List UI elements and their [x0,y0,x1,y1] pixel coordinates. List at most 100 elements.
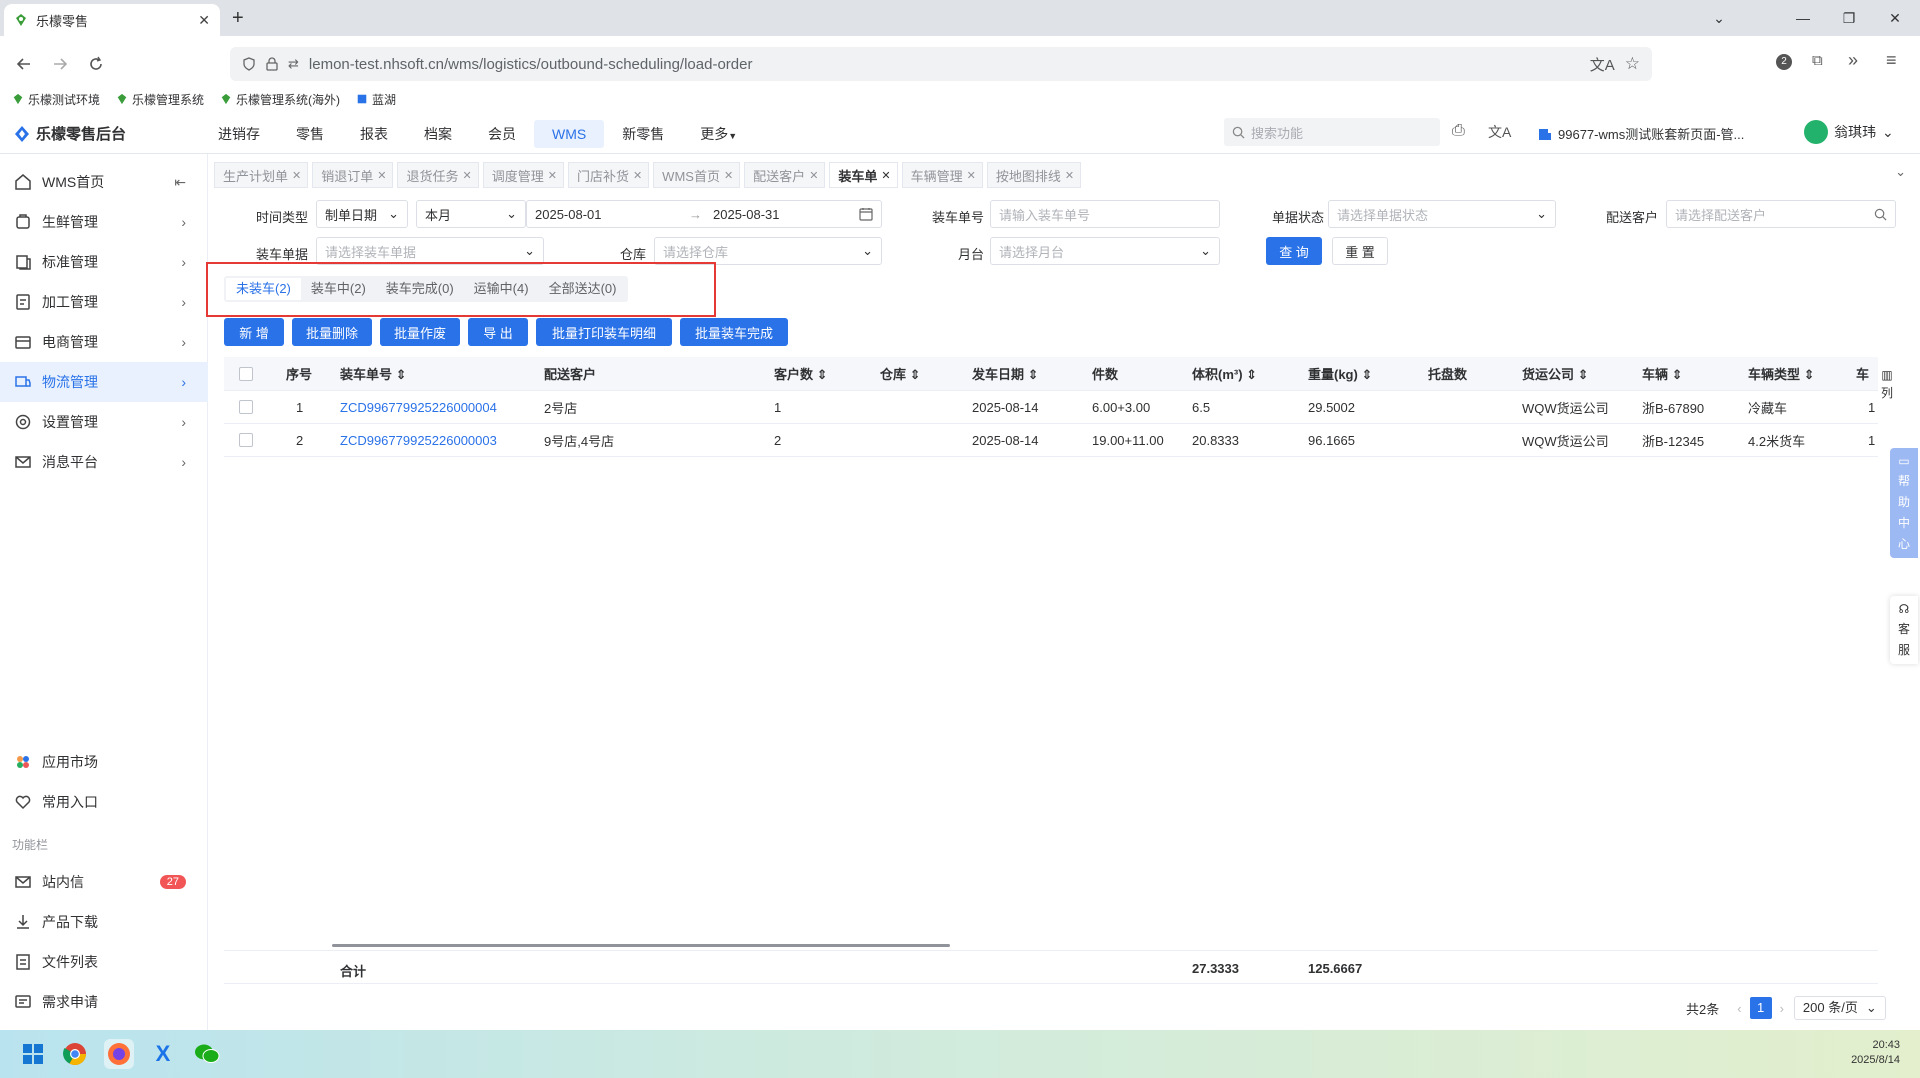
sidebar-item-messages[interactable]: 消息平台 › [0,442,208,482]
platform-select[interactable]: 请选择月台 ⌄ [990,237,1220,265]
sidebar-item-fresh[interactable]: 生鲜管理 › [0,202,208,242]
extensions-icon[interactable]: ⧉ [1812,52,1823,69]
prev-page-icon[interactable]: ‹ [1737,1001,1741,1016]
back-icon[interactable] [10,52,38,76]
sidebar-item-inbox[interactable]: 站内信 27 [0,862,208,902]
x-app-icon[interactable]: X [148,1039,178,1069]
tabs-dropdown-icon[interactable]: ⌄ [1895,164,1906,180]
top-nav-item[interactable]: 新零售 [604,120,682,148]
help-center-button[interactable]: ▭ 帮 助 中 心 [1890,448,1918,558]
more-tools-icon[interactable]: » [1848,50,1858,71]
account-switch[interactable]: 99677-wms测试账套新页面-管... [1538,124,1744,143]
restore-icon[interactable]: ❐ [1826,0,1872,36]
function-search-input[interactable]: 搜索功能 [1224,118,1440,146]
time-type-select[interactable]: 制单日期 ⌄ [316,200,408,228]
load-doc-select[interactable]: 请选择装车单据 ⌄ [316,237,544,265]
sidebar-item-settings[interactable]: 设置管理 › [0,402,208,442]
chrome-icon[interactable] [60,1039,90,1069]
windows-start-icon[interactable] [18,1039,48,1069]
sidebar-item-app-market[interactable]: 应用市场 [0,742,208,782]
page-tab[interactable]: 车辆管理 ✕ [901,162,983,188]
bookmark-item[interactable]: 乐檬测试环境 [12,91,100,108]
page-tab[interactable]: 退货任务 ✕ [397,162,479,188]
query-button[interactable]: 查 询 [1266,237,1322,265]
page-tab[interactable]: 调度管理 ✕ [482,162,564,188]
table-row[interactable]: 1 ZCD996779925226000004 2号店 1 2025-08-14… [224,391,1878,424]
app-logo[interactable]: 乐檬零售后台 [14,123,126,144]
column-setting-button[interactable]: ▥ 列 [1878,368,1896,401]
status-select[interactable]: 请选择单据状态 ⌄ [1328,200,1556,228]
sidebar-item-wms-home[interactable]: WMS首页 ⇤ [0,162,208,202]
user-menu[interactable]: 翁琪玮 ⌄ [1804,120,1894,144]
col-load-no[interactable]: 装车单号 ⇕ [340,364,407,383]
top-nav-item[interactable]: 会员 [470,120,534,148]
firefox-icon[interactable] [104,1039,134,1069]
browser-tab[interactable]: 乐檬零售 ✕ [4,4,220,36]
batch-void-button[interactable]: 批量作废 [380,318,460,346]
page-tab[interactable]: WMS首页 ✕ [653,162,741,188]
customer-input[interactable]: 请选择配送客户 [1666,200,1896,228]
col-weight[interactable]: 重量(kg) ⇕ [1308,364,1372,383]
forward-icon[interactable] [46,52,74,76]
date-range-picker[interactable]: 2025-08-01 → 2025-08-31 [526,200,882,228]
bookmark-star-icon[interactable]: ☆ [1625,54,1640,74]
status-tab-delivered[interactable]: 全部送达(0) [539,278,627,300]
language-icon[interactable]: 文A [1488,122,1511,142]
page-number-current[interactable]: 1 [1749,997,1772,1019]
status-tab-loading[interactable]: 装车中(2) [301,278,376,300]
page-size-select[interactable]: 200 条/页 ⌄ [1793,996,1886,1020]
col-customer-count[interactable]: 客户数 ⇕ [774,364,828,383]
load-no-link[interactable]: ZCD996779925226000003 [340,433,497,448]
load-no-input[interactable]: 请输入装车单号 [990,200,1220,228]
wechat-icon[interactable] [192,1039,222,1069]
minimize-icon[interactable]: — [1780,0,1826,36]
menu-icon[interactable]: ≡ [1886,50,1897,71]
page-tab-load-order[interactable]: 装车单 ✕ [829,162,898,188]
page-tab[interactable]: 生产计划单 ✕ [214,162,309,188]
top-nav-more[interactable]: 更多▼ [682,120,755,148]
top-nav-item[interactable]: 进销存 [200,120,278,148]
printer-icon[interactable]: ⎙ [1452,122,1465,140]
status-tab-not-loaded[interactable]: 未装车(2) [226,278,301,300]
clock[interactable]: 20:43 2025/8/14 [1851,1038,1900,1068]
reset-button[interactable]: 重 置 [1332,237,1388,265]
reload-icon[interactable] [82,52,110,76]
add-button[interactable]: 新 增 [224,318,284,346]
col-volume[interactable]: 体积(m³) ⇕ [1192,364,1257,383]
translate-icon[interactable]: 文A [1590,54,1615,75]
row-checkbox[interactable] [239,433,253,447]
batch-complete-button[interactable]: 批量装车完成 [680,318,788,346]
top-nav-item[interactable]: 档案 [406,120,470,148]
select-all-checkbox[interactable] [239,366,253,381]
horizontal-scrollbar[interactable] [332,944,950,947]
close-window-icon[interactable]: ✕ [1872,0,1918,36]
bookmark-item[interactable]: 乐檬管理系统 [116,91,204,108]
sidebar-item-requests[interactable]: 需求申请 [0,982,208,1022]
page-tab[interactable]: 门店补货 ✕ [567,162,650,188]
bookmark-item[interactable]: 乐檬管理系统(海外) [220,91,340,108]
batch-delete-button[interactable]: 批量删除 [292,318,372,346]
status-tab-loaded[interactable]: 装车完成(0) [376,278,464,300]
account-badge-icon[interactable]: 2 [1776,54,1792,70]
next-page-icon[interactable]: › [1780,1001,1784,1016]
col-vehicle[interactable]: 车辆 ⇕ [1642,364,1683,383]
col-vehicle-type[interactable]: 车辆类型 ⇕ [1748,364,1815,383]
sidebar-item-standard[interactable]: 标准管理 › [0,242,208,282]
collapse-sidebar-icon[interactable]: ⇤ [174,174,186,191]
new-tab-button[interactable]: + [232,8,244,28]
batch-print-button[interactable]: 批量打印装车明细 [536,318,672,346]
period-select[interactable]: 本月 ⌄ [416,200,526,228]
top-nav-item[interactable]: 报表 [342,120,406,148]
col-warehouse[interactable]: 仓库 ⇕ [880,364,921,383]
address-bar[interactable]: ⇄ lemon-test.nhsoft.cn/wms/logistics/out… [230,47,1652,81]
sidebar-item-logistics[interactable]: 物流管理 › [0,362,208,402]
top-nav-item-wms[interactable]: WMS [534,120,605,148]
page-tab[interactable]: 按地图排线 ✕ [986,162,1082,188]
customer-service-button[interactable]: ☊ 客 服 [1890,596,1918,664]
export-button[interactable]: 导 出 [468,318,528,346]
sidebar-item-processing[interactable]: 加工管理 › [0,282,208,322]
sidebar-item-ecommerce[interactable]: 电商管理 › [0,322,208,362]
sidebar-item-files[interactable]: 文件列表 [0,942,208,982]
load-no-link[interactable]: ZCD996779925226000004 [340,400,497,415]
sidebar-item-favorites[interactable]: 常用入口 [0,782,208,822]
